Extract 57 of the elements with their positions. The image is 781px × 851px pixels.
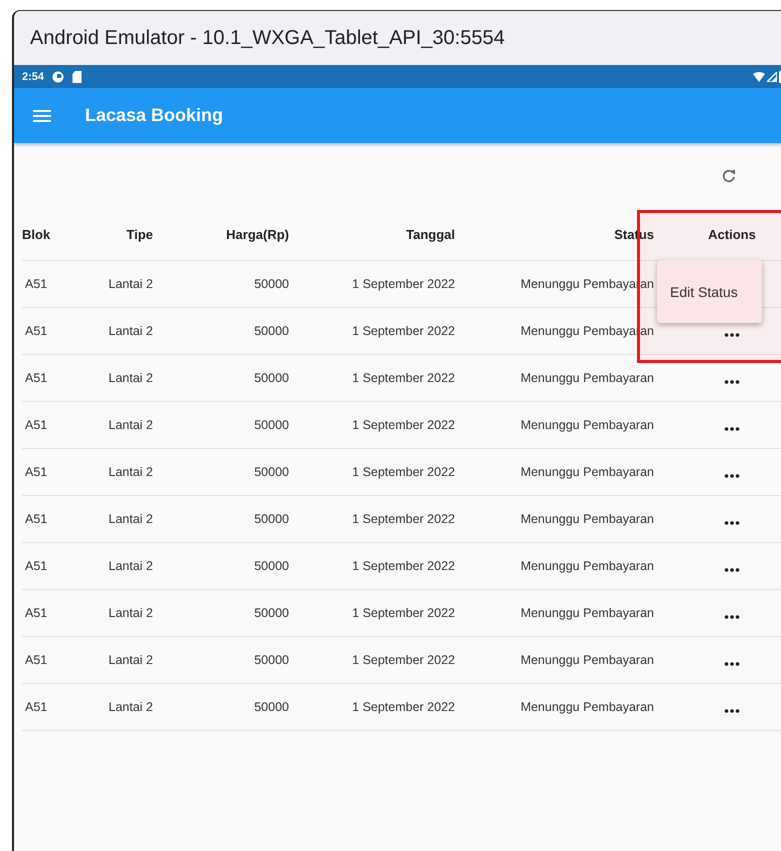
table-cell: Menunggu Pembayaran [520,559,654,573]
table-cell: Lantai 2 [108,465,153,479]
table-cell: Menunggu Pembayaran [520,371,654,385]
table-cell: 1 September 2022 [352,606,455,620]
table-cell: Lantai 2 [108,371,153,385]
table-cell: 50000 [254,512,289,526]
table-cell: 1 September 2022 [352,324,455,338]
status-time: 2:54 [22,70,44,82]
table-cell: 50000 [254,606,289,620]
table-cell: 1 September 2022 [352,700,455,714]
column-header: Actions [708,227,756,242]
table-cell: 1 September 2022 [352,465,455,479]
column-header: Tipe [126,227,153,242]
table-cell-text: A51 [24,512,48,526]
column-header: Harga(Rp) [226,227,289,242]
table-cell: 50000 [254,700,289,714]
table-cell: Lantai 2 [108,324,153,338]
table-cell: Lantai 2 [108,700,153,714]
table-cell: Lantai 2 [108,277,153,291]
table-cell: Lantai 2 [108,653,153,667]
table-cell: 50000 [254,559,289,573]
app-title: Lacasa Booking [85,105,224,126]
table-cell-text: A51 [24,324,48,338]
table-cell: 50000 [254,277,289,291]
table-cell: 1 September 2022 [352,371,455,385]
table-cell: Menunggu Pembayaran [520,512,654,526]
table-cell-text: A51 [24,418,48,432]
table-cell: 1 September 2022 [352,512,455,526]
table-cell-text: A51 [24,653,48,667]
table-cell-text: A51 [24,465,48,479]
table-cell: 50000 [254,465,289,479]
table-cell: Menunggu Pembayaran [520,465,654,479]
table-cell: 50000 [254,371,289,385]
table-cell: 50000 [254,418,289,432]
window-title: Android Emulator - 10.1_WXGA_Tablet_API_30:5554 [30,26,505,50]
table-cell-text: A51 [24,606,48,620]
table-cell-text: A51 [24,277,48,291]
table-cell: Lantai 2 [108,606,153,620]
table-cell: 1 September 2022 [352,559,455,573]
table-cell: Lantai 2 [108,559,153,573]
table-cell: 1 September 2022 [352,653,455,667]
table-cell-text: A51 [24,700,48,714]
table-cell: 50000 [254,653,289,667]
table-cell-text: A51 [24,559,48,573]
table-cell: 1 September 2022 [352,277,455,291]
table-cell: 1 September 2022 [352,418,455,432]
table-cell: Lantai 2 [108,512,153,526]
table-cell: Lantai 2 [108,418,153,432]
table-cell: Menunggu Pembayaran [520,700,654,714]
table-cell: Menunggu Pembayaran [520,606,654,620]
table-cell: Menunggu Pembayaran [520,653,654,667]
table-cell-text: A51 [24,371,48,385]
table-cell: Menunggu Pembayaran [520,418,654,432]
column-header: Blok [22,227,50,242]
column-header: Tanggal [406,227,455,242]
menu-item[interactable]: Edit Status [657,272,762,312]
table-cell: 50000 [254,324,289,338]
